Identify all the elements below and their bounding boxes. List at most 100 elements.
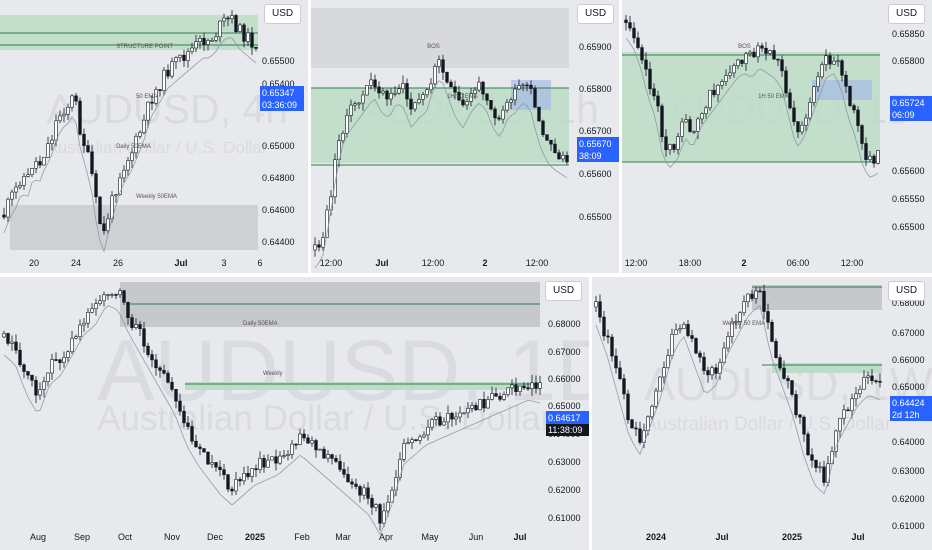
x-tick-label: Jul bbox=[174, 258, 187, 268]
annotation-label: Daily 50EMA bbox=[243, 321, 278, 327]
timer-tag-label: 03:36:09 bbox=[262, 100, 297, 110]
candle-body bbox=[692, 131, 696, 133]
x-tick-label: 12:00 bbox=[320, 258, 343, 268]
candle-body bbox=[606, 335, 610, 338]
candle-body bbox=[150, 101, 154, 104]
candle-body bbox=[414, 439, 418, 441]
candle-body bbox=[190, 426, 194, 442]
candle-body bbox=[166, 69, 170, 77]
candle-body bbox=[242, 473, 246, 482]
y-tick-label: 0.66000 bbox=[892, 355, 925, 365]
candle-body bbox=[658, 376, 662, 392]
candle-body bbox=[702, 356, 706, 371]
candle-body bbox=[529, 84, 533, 89]
candle-body bbox=[474, 405, 478, 411]
candle-body bbox=[306, 437, 310, 444]
annotation-label: 1H 50 EMA bbox=[447, 94, 478, 100]
watermark-subtitle: Australian Dollar / U.S. Dollar bbox=[46, 138, 267, 157]
candle-body bbox=[6, 198, 10, 218]
currency-button[interactable]: USD bbox=[888, 4, 926, 24]
candle-body bbox=[174, 389, 178, 402]
candle-body bbox=[194, 41, 198, 49]
candle-body bbox=[754, 290, 758, 299]
candle-body bbox=[202, 448, 206, 453]
candle-body bbox=[230, 15, 234, 20]
candle-body bbox=[538, 382, 542, 389]
chart-panel-1w[interactable]: AUDUSD, 1W Australian Dollar / U.S. Dolla… bbox=[592, 277, 932, 550]
candle-body bbox=[10, 341, 14, 344]
candle-body bbox=[846, 409, 850, 412]
annotation-label: 1H 50 EMA bbox=[758, 94, 789, 100]
candle-body bbox=[426, 426, 430, 436]
zone-1 bbox=[10, 205, 258, 250]
candle-body bbox=[778, 357, 782, 369]
candle-body bbox=[668, 144, 672, 151]
candle-body bbox=[70, 95, 74, 108]
x-tick-label: Aug bbox=[30, 532, 46, 542]
candle-body bbox=[405, 83, 409, 100]
candle-body bbox=[397, 88, 401, 94]
candle-body bbox=[246, 32, 250, 42]
candle-body bbox=[758, 290, 762, 293]
candle-body bbox=[822, 466, 826, 483]
x-tick-label: Oct bbox=[118, 532, 133, 542]
candle-body bbox=[82, 322, 86, 326]
currency-button[interactable]: USD bbox=[545, 281, 583, 301]
candle-body bbox=[186, 51, 190, 61]
candle-body bbox=[670, 334, 674, 356]
annotation-label: BOS bbox=[738, 44, 751, 50]
candle-body bbox=[218, 466, 222, 470]
candle-body bbox=[802, 416, 806, 435]
candle-body bbox=[102, 294, 106, 302]
candle-body bbox=[446, 413, 450, 423]
candle-body bbox=[222, 17, 226, 22]
candle-body bbox=[522, 385, 526, 389]
candle-body bbox=[521, 84, 525, 87]
candle-body bbox=[708, 89, 712, 109]
candle-body bbox=[622, 378, 626, 395]
candle-body bbox=[126, 160, 130, 171]
candle-body bbox=[706, 370, 710, 376]
currency-button[interactable]: USD bbox=[264, 4, 302, 24]
chart-panel-15m[interactable]: AUDUSD, 15BOS1H 50 EMA0.658500.658000.65… bbox=[622, 0, 932, 273]
zone-1 bbox=[185, 382, 540, 390]
candle-body bbox=[362, 487, 366, 496]
candle-body bbox=[422, 434, 426, 438]
candle-body bbox=[514, 384, 518, 393]
currency-button[interactable]: USD bbox=[577, 4, 615, 24]
chart-panel-1d[interactable]: AUDUSD, 1D Australian Dollar / U.S. Dolla… bbox=[0, 277, 589, 550]
candle-body bbox=[42, 157, 46, 166]
candle-body bbox=[110, 294, 114, 296]
candle-body bbox=[462, 412, 466, 415]
candle-body bbox=[798, 414, 802, 418]
candle-body bbox=[770, 322, 774, 342]
currency-button[interactable]: USD bbox=[888, 281, 926, 301]
price-tag-label: 0.65724 bbox=[892, 98, 925, 108]
candle-body bbox=[704, 107, 708, 115]
candle-body bbox=[82, 133, 86, 146]
candle-body bbox=[812, 86, 816, 103]
candle-body bbox=[481, 81, 485, 95]
candle-body bbox=[142, 119, 146, 133]
candle-body bbox=[62, 113, 66, 117]
y-tick-label: 0.64400 bbox=[262, 237, 295, 247]
candle-body bbox=[341, 132, 345, 142]
x-tick-label: 12:00 bbox=[841, 258, 864, 268]
candle-body bbox=[138, 324, 142, 330]
chart-panel-4h[interactable]: AUDUSD, 4h Australian Dollar / U.S. Dolla… bbox=[0, 0, 308, 273]
x-tick-label: 2025 bbox=[245, 532, 265, 542]
candle-body bbox=[6, 333, 10, 344]
candle-body bbox=[728, 72, 732, 76]
candle-body bbox=[602, 316, 606, 337]
candle-body bbox=[242, 24, 246, 42]
candle-body bbox=[684, 119, 688, 123]
chart-panel-1h[interactable]: AUDUSD, 1hBOS1H 50 EMA0.659000.658000.65… bbox=[311, 0, 619, 273]
candle-body bbox=[594, 301, 598, 308]
candle-body bbox=[858, 388, 862, 395]
candle-body bbox=[30, 168, 34, 175]
candle-body bbox=[322, 448, 326, 459]
candle-body bbox=[746, 293, 750, 302]
y-tick-label: 0.65550 bbox=[892, 194, 925, 204]
candle-body bbox=[862, 377, 866, 390]
candle-body bbox=[374, 504, 378, 508]
